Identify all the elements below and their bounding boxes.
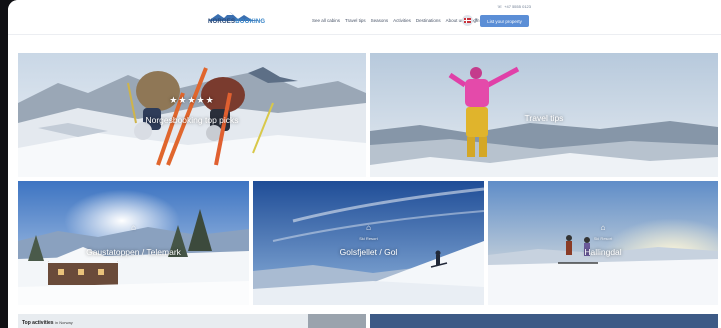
logo-wordmark: NORGESBOOKING: [208, 19, 266, 25]
phone-number: +47 5555 0123: [504, 4, 531, 9]
browser-viewport: ☏ +47 5555 0123 NORGESBOOKING See all ca…: [8, 0, 721, 328]
nav-item-cabins[interactable]: See all cabins: [312, 18, 340, 23]
phone-contact[interactable]: ☏ +47 5555 0123: [497, 4, 531, 9]
site-header: ☏ +47 5555 0123 NORGESBOOKING See all ca…: [8, 0, 721, 35]
nav-item-destinations[interactable]: Destinations: [416, 18, 441, 23]
tile-label-hallingdal: Hallingdal: [584, 247, 622, 257]
section-title-top-activities: Top activities in Norway: [22, 320, 73, 326]
tile-travel-tips[interactable]: Travel tips: [370, 53, 718, 177]
tile-bottom-right[interactable]: [370, 314, 718, 328]
norway-flag-icon: [464, 18, 471, 23]
tile-sub-hallingdal: Ski Resort: [593, 236, 613, 241]
tile-label-top-picks: Norgesbooking top picks: [145, 115, 239, 125]
nav-item-activities[interactable]: Activities: [393, 18, 411, 23]
hallingdal-photo: [488, 181, 718, 305]
tile-label-travel-tips: Travel tips: [524, 113, 564, 123]
home-icon: ⌂: [600, 223, 606, 232]
phone-icon: ☏: [497, 4, 503, 9]
tile-top-picks[interactable]: ★★★★★ Norgesbooking top picks: [18, 53, 366, 177]
tile-label-golsfjellet: Golsfjellet / Gol: [339, 247, 398, 257]
tile-sub-golsfjellet: Ski Resort: [359, 236, 378, 241]
golsfjellet-photo: [253, 181, 484, 305]
tile-gaustatoppen[interactable]: ⌂ Gaustatoppen / Telemark: [18, 181, 249, 305]
tile-top-activities[interactable]: Top activities in Norway: [18, 314, 366, 328]
tile-hallingdal[interactable]: ⌂ Ski Resort Hallingdal: [488, 181, 718, 305]
home-icon: ⌂: [131, 223, 136, 232]
language-selector[interactable]: [462, 15, 473, 26]
home-icon: ⌂: [366, 223, 371, 232]
tile-label-gaustatoppen: Gaustatoppen / Telemark: [86, 247, 181, 257]
tile-golsfjellet[interactable]: ⌂ Ski Resort Golsfjellet / Gol: [253, 181, 484, 305]
chevron-down-icon[interactable]: ▾: [475, 17, 478, 23]
bottom-right-photo: [370, 314, 718, 328]
nav-item-seasons[interactable]: Seasons: [371, 18, 389, 23]
main-nav: See all cabins Travel tips Seasons Activ…: [312, 18, 479, 23]
nav-item-about[interactable]: About us: [446, 18, 464, 23]
list-property-button[interactable]: List your property: [480, 15, 529, 27]
rating-stars: ★★★★★: [169, 95, 215, 105]
site-logo[interactable]: NORGESBOOKING: [208, 10, 266, 28]
nav-item-travel-tips[interactable]: Travel tips: [345, 18, 366, 23]
gaustatoppen-photo: [18, 181, 249, 305]
